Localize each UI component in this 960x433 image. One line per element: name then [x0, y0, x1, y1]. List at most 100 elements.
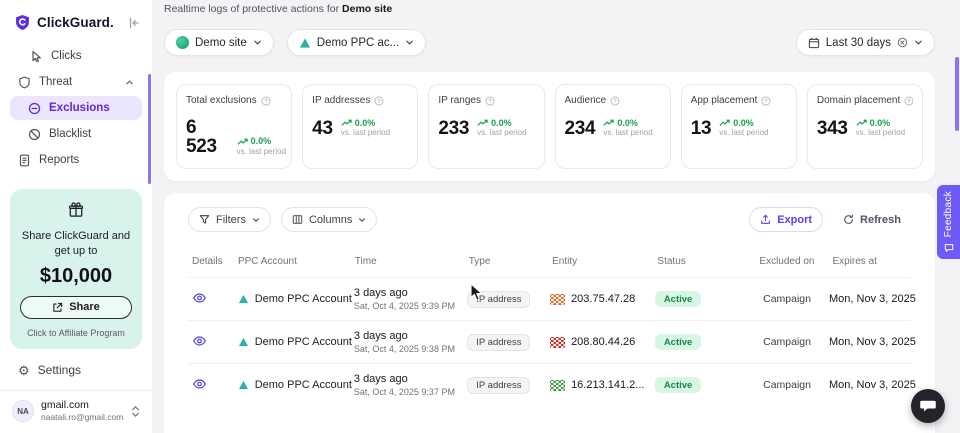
type-badge: IP address [467, 291, 530, 308]
funnel-icon [199, 214, 210, 225]
affiliate-promo-card: Share ClickGuard and get up to $10,000 S… [10, 189, 142, 349]
sidebar-scrollbar[interactable] [148, 74, 151, 184]
google-ads-icon [299, 37, 311, 49]
info-icon[interactable]: ? [904, 96, 913, 106]
trending-up-icon [477, 119, 488, 127]
status-badge: Active [655, 334, 702, 350]
column-header-expires-at: Expires at [814, 256, 911, 267]
stat-sub: vs. last period [477, 128, 526, 137]
sidebar-item-settings[interactable]: ⚙ Settings [10, 358, 142, 382]
stat-card-app-placement: App placement? 130.0%vs. last period [681, 84, 797, 169]
table-row: Demo PPC Account 3 days agoSat, Oct 4, 2… [188, 320, 911, 363]
clear-icon[interactable] [897, 37, 908, 48]
column-header-excluded-on: Excluded on [751, 256, 814, 267]
sidebar-item-exclusions[interactable]: Exclusions [10, 96, 142, 120]
stat-label: App placement [691, 95, 758, 106]
stat-delta-value: 0.0% [251, 136, 272, 146]
refresh-icon [843, 214, 854, 225]
share-icon [52, 302, 63, 313]
column-header-time: Time [355, 256, 469, 267]
stat-value: 343 [817, 119, 848, 138]
ppc-account-selector[interactable]: Demo PPC ac... [287, 29, 426, 56]
chat-bubble-icon [920, 399, 936, 414]
columns-button[interactable]: Columns [281, 207, 377, 232]
entity-flag-icon [550, 294, 565, 305]
stat-value: 234 [565, 119, 596, 138]
time-relative: 3 days ago [354, 373, 467, 385]
shield-icon [18, 76, 31, 89]
sidebar-item-label: Reports [39, 154, 79, 166]
exclusions-table-panel: Filters Columns Export Refresh Details P… [164, 193, 935, 433]
site-selector[interactable]: Demo site [164, 29, 274, 56]
excluded-on-value: Campaign [748, 379, 811, 391]
sidebar-item-threat[interactable]: Threat [10, 70, 142, 94]
refresh-button-label: Refresh [860, 214, 901, 226]
excluded-on-value: Campaign [748, 293, 811, 305]
gift-icon [68, 202, 84, 218]
entity-value[interactable]: 203.75.47.28 [571, 293, 635, 305]
chevron-down-icon [914, 38, 923, 47]
filter-bar: Demo site Demo PPC ac... Last 30 days [164, 29, 935, 56]
google-ads-icon [238, 337, 249, 347]
info-icon[interactable]: ? [761, 96, 771, 106]
gear-icon: ⚙ [18, 364, 30, 377]
column-header-type: Type [469, 256, 552, 267]
share-button[interactable]: Share [20, 296, 132, 319]
chevron-down-icon [405, 38, 414, 47]
document-icon [18, 154, 31, 167]
avatar: NA [12, 400, 34, 422]
details-eye-icon[interactable] [192, 378, 207, 390]
chevron-down-icon [253, 38, 262, 47]
entity-value[interactable]: 16.213.141.2... [571, 379, 644, 391]
stat-sub: vs. last period [603, 128, 652, 137]
stat-delta-value: 0.0% [491, 118, 512, 128]
details-eye-icon[interactable] [192, 335, 207, 347]
feedback-tab[interactable]: Feedback [937, 185, 960, 259]
stat-label: Total exclusions [186, 95, 257, 106]
sidebar-collapse-icon[interactable] [128, 17, 140, 29]
site-favicon-icon [176, 36, 189, 49]
account-name: Demo PPC Account [255, 379, 352, 391]
excluded-on-value: Campaign [748, 336, 811, 348]
sidebar-item-blacklist[interactable]: Blacklist [10, 122, 142, 146]
time-relative: 3 days ago [354, 330, 467, 342]
google-ads-icon [238, 380, 249, 390]
filters-button[interactable]: Filters [188, 207, 271, 232]
table-row: Demo PPC Account 3 days agoSat, Oct 4, 2… [188, 363, 911, 406]
stat-card-total-exclusions: Total exclusions? 6 5230.0%vs. last peri… [176, 84, 292, 169]
chevron-down-icon [252, 216, 260, 224]
brand-name: ClickGuard. [37, 15, 114, 30]
columns-button-label: Columns [309, 214, 352, 226]
account-switcher[interactable]: NA gmail.com naatali.ro@gmail.com [10, 391, 142, 427]
affiliate-link[interactable]: Click to Affiliate Program [20, 328, 132, 338]
columns-icon [292, 214, 303, 225]
type-badge: IP address [467, 377, 530, 394]
info-icon[interactable]: ? [610, 96, 620, 106]
expires-at-value: Mon, Nov 3, 2025 [811, 336, 911, 348]
stat-delta-value: 0.0% [355, 118, 376, 128]
sidebar-item-clicks[interactable]: Clicks [10, 44, 142, 68]
info-icon[interactable]: ? [485, 96, 495, 106]
stat-label: IP addresses [312, 95, 370, 106]
chat-launcher-button[interactable] [911, 389, 945, 423]
date-range-selector[interactable]: Last 30 days [796, 29, 935, 56]
export-button[interactable]: Export [749, 207, 823, 232]
sidebar-item-reports[interactable]: Reports [10, 148, 142, 172]
stat-delta-value: 0.0% [870, 118, 891, 128]
trending-up-icon [719, 119, 730, 127]
ban-icon [28, 128, 41, 141]
stat-label: Audience [565, 95, 607, 106]
sidebar: ClickGuard. Clicks Threat Exclusions Bla… [0, 0, 152, 433]
page-scrollbar[interactable] [955, 57, 959, 131]
info-icon[interactable]: ? [261, 96, 271, 106]
details-eye-icon[interactable] [192, 292, 207, 304]
refresh-button[interactable]: Refresh [833, 207, 911, 232]
entity-value[interactable]: 208.80.44.26 [571, 336, 635, 348]
sidebar-item-label: Blacklist [49, 128, 91, 140]
info-icon[interactable]: ? [374, 96, 384, 106]
stat-value: 233 [438, 119, 469, 138]
calendar-icon [808, 37, 820, 49]
table-header-row: Details PPC Account Time Type Entity Sta… [188, 256, 911, 277]
stat-sub: vs. last period [856, 128, 905, 137]
google-ads-icon [238, 294, 249, 304]
